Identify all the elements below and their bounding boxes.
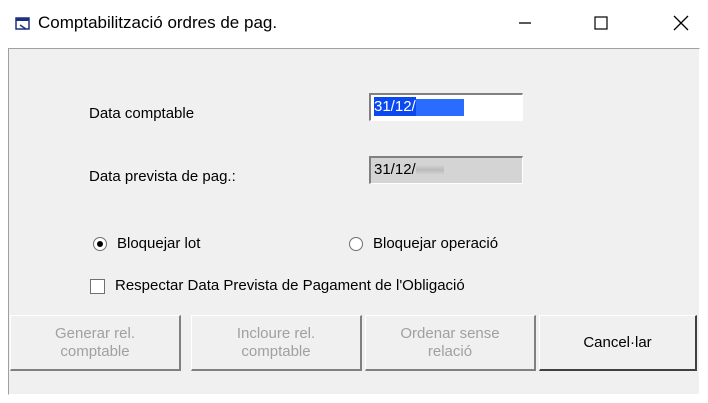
close-button[interactable] bbox=[658, 0, 704, 46]
app-window-icon bbox=[14, 14, 32, 32]
radio-bloquejar-operacio[interactable] bbox=[349, 237, 363, 251]
radio-bloquejar-lot[interactable] bbox=[93, 237, 107, 251]
maximize-icon bbox=[594, 16, 608, 30]
respectar-data-checkbox[interactable] bbox=[90, 279, 105, 294]
ordenar-button[interactable]: Ordenar sense relació bbox=[365, 315, 536, 371]
maximize-button[interactable] bbox=[578, 0, 624, 46]
minimize-icon bbox=[518, 16, 532, 30]
close-icon bbox=[673, 15, 689, 31]
cancelar-button[interactable]: Cancel·lar bbox=[539, 315, 697, 371]
data-prevista-value: 31/12/ bbox=[374, 161, 416, 178]
incloure-button[interactable]: Incloure rel. comptable bbox=[191, 315, 362, 371]
minimize-button[interactable] bbox=[502, 0, 548, 46]
data-comptable-input[interactable]: 31/12/ bbox=[369, 93, 523, 121]
window-title: Comptabilització ordres de pag. bbox=[38, 13, 278, 32]
data-comptable-label: Data comptable bbox=[89, 105, 195, 122]
data-comptable-value: 31/12/ bbox=[374, 97, 416, 116]
data-prevista-input: 31/12/ bbox=[369, 156, 523, 184]
radio-bloquejar-lot-label[interactable]: Bloquejar lot bbox=[117, 235, 200, 252]
selection-highlight bbox=[415, 98, 464, 116]
title-bar[interactable]: Comptabilització ordres de pag. bbox=[0, 0, 708, 48]
generar-button[interactable]: Generar rel. comptable bbox=[10, 315, 181, 371]
respectar-data-label[interactable]: Respectar Data Prevista de Pagament de l… bbox=[115, 277, 465, 294]
radio-bloquejar-operacio-label[interactable]: Bloquejar operació bbox=[373, 235, 498, 252]
radio-selected-dot bbox=[97, 241, 103, 247]
data-prevista-label: Data prevista de pag.: bbox=[89, 168, 236, 185]
dialog-client-area: Data comptable 31/12/ Data prevista de p… bbox=[8, 48, 700, 395]
